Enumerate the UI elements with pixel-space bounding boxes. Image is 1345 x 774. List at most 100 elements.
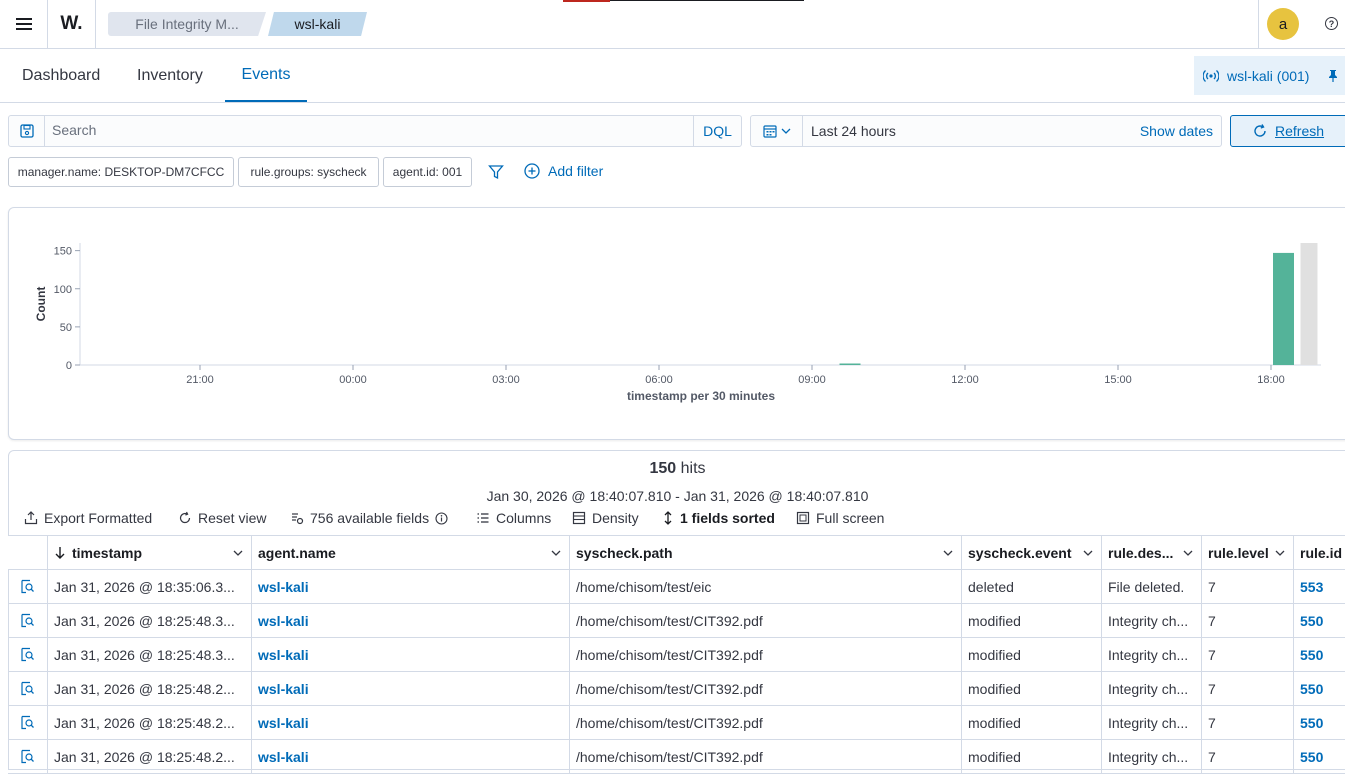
fields-label: 756 available fields — [310, 510, 430, 526]
chevron-down-icon[interactable] — [1083, 546, 1093, 560]
table-row[interactable]: Jan 31, 2026 @ 18:25:48.2... wsl-kali/hom… — [8, 672, 1345, 706]
cell-timestamp: Jan 31, 2026 @ 18:25:48.3... — [48, 604, 252, 637]
add-filter-button[interactable]: Add filter — [524, 163, 603, 179]
columns-button[interactable]: Columns — [476, 510, 551, 526]
export-button[interactable]: Export Formatted — [24, 510, 152, 526]
table-row[interactable]: Jan 31, 2026 @ 18:25:48.2... wsl-kali/hom… — [8, 740, 1345, 774]
export-icon — [24, 511, 38, 525]
help-icon[interactable]: ? — [1325, 17, 1338, 30]
table-row[interactable]: Jan 31, 2026 @ 18:35:06.3... wsl-kali/hom… — [8, 570, 1345, 604]
x-axis-label: timestamp per 30 minutes — [627, 389, 775, 403]
header-expand-column — [8, 536, 48, 570]
inspect-document-button[interactable] — [8, 672, 48, 705]
table-row[interactable]: Jan 31, 2026 @ 18:25:48.3... wsl-kali/hom… — [8, 638, 1345, 672]
inspect-document-button[interactable] — [8, 604, 48, 637]
column-header-label: rule.des... — [1108, 545, 1174, 561]
inspect-document-button[interactable] — [8, 570, 48, 603]
column-header-rule-description[interactable]: rule.des... — [1102, 536, 1202, 570]
column-header-syscheck-event[interactable]: syscheck.event — [962, 536, 1102, 570]
chevron-down-icon — [781, 128, 790, 134]
cell-rule-id[interactable]: 550 — [1294, 706, 1345, 739]
chevron-down-icon[interactable] — [1275, 546, 1285, 560]
cell-timestamp: Jan 31, 2026 @ 18:35:06.3... — [48, 570, 252, 603]
column-header-timestamp[interactable]: timestamp — [48, 536, 252, 570]
sort-fields-button[interactable]: 1 fields sorted — [662, 510, 775, 526]
fullscreen-label: Full screen — [816, 510, 885, 526]
tab-events[interactable]: Events — [225, 49, 307, 102]
loading-bar — [563, 0, 610, 2]
breadcrumb-agent[interactable]: wsl-kali — [268, 12, 367, 36]
module-tabs: Dashboard Inventory Events — [0, 49, 1345, 103]
x-tick-label: 03:00 — [492, 374, 520, 386]
refresh-button[interactable]: Refresh — [1230, 115, 1345, 147]
column-header-label: rule.id — [1300, 545, 1343, 561]
filter-icon[interactable] — [488, 164, 504, 180]
cell-agent-name[interactable]: wsl-kali — [252, 672, 570, 705]
cell-rule-id[interactable]: 550 — [1294, 604, 1345, 637]
cell-rule-id[interactable]: 553 — [1294, 570, 1345, 603]
column-header-label: agent.name — [258, 545, 336, 561]
breadcrumb-module[interactable]: File Integrity M... — [108, 12, 266, 36]
table-row[interactable]: Jan 31, 2026 @ 18:25:48.3... wsl-kali/hom… — [8, 604, 1345, 638]
query-language-button[interactable]: DQL — [693, 116, 741, 146]
histogram-bar — [1273, 252, 1294, 365]
cell-rule-id[interactable]: 550 — [1294, 740, 1345, 773]
quick-menu-button[interactable] — [751, 116, 803, 146]
histogram-bar — [839, 363, 861, 365]
available-fields-button[interactable]: 756 available fields — [290, 510, 448, 526]
app-logo[interactable]: W. — [48, 0, 96, 48]
cell-rule-id[interactable]: 550 — [1294, 672, 1345, 705]
column-header-rule-level[interactable]: rule.level — [1202, 536, 1294, 570]
column-header-syscheck-path[interactable]: syscheck.path — [570, 536, 962, 570]
chevron-down-icon[interactable] — [1183, 546, 1193, 560]
filter-pill-manager[interactable]: manager.name: DESKTOP-DM7CFCC — [8, 157, 234, 187]
column-header-agent-name[interactable]: agent.name — [252, 536, 570, 570]
cell-agent-name[interactable]: wsl-kali — [252, 706, 570, 739]
cell-rule-level: 7 — [1202, 672, 1294, 705]
agent-selector[interactable]: wsl-kali (001) — [1194, 56, 1345, 95]
reset-view-button[interactable]: Reset view — [178, 510, 266, 526]
histogram-chart[interactable]: 0 50 100 150 Count 21:00 00:00 03:00 06:00 09:00 1… — [9, 208, 1345, 439]
inspect-icon — [21, 749, 34, 764]
chevron-down-icon[interactable] — [943, 546, 953, 560]
cell-timestamp: Jan 31, 2026 @ 18:25:48.2... — [48, 706, 252, 739]
cell-rule-description: File deleted. — [1102, 570, 1202, 603]
cell-syscheck-event: modified — [962, 706, 1102, 739]
cell-rule-id[interactable]: 550 — [1294, 638, 1345, 671]
chevron-down-icon[interactable] — [233, 546, 243, 560]
pin-icon[interactable] — [1327, 69, 1339, 83]
cell-agent-name[interactable]: wsl-kali — [252, 638, 570, 671]
table-row[interactable]: Jan 31, 2026 @ 18:25:48.2... wsl-kali/hom… — [8, 706, 1345, 740]
chevron-down-icon[interactable] — [551, 546, 561, 560]
density-button[interactable]: Density — [572, 510, 639, 526]
fullscreen-button[interactable]: Full screen — [796, 510, 884, 526]
show-dates-link[interactable]: Show dates — [1140, 123, 1213, 139]
inspect-document-button[interactable] — [8, 740, 48, 773]
refresh-icon — [1254, 124, 1266, 137]
filter-label: agent.id: 001 — [392, 165, 463, 179]
saved-query-button[interactable] — [9, 116, 45, 146]
filter-pill-agent-id[interactable]: agent.id: 001 — [383, 157, 472, 187]
cell-agent-name[interactable]: wsl-kali — [252, 740, 570, 773]
save-icon — [19, 124, 34, 138]
column-header-rule-id[interactable]: rule.id — [1294, 536, 1345, 570]
table-header: timestamp agent.name syscheck.path syscheck… — [8, 535, 1345, 570]
x-tick-label: 00:00 — [339, 374, 367, 386]
menu-button[interactable] — [0, 0, 48, 48]
inspect-document-button[interactable] — [8, 706, 48, 739]
cell-agent-name[interactable]: wsl-kali — [252, 570, 570, 603]
time-range-label[interactable]: Last 24 hours — [811, 123, 896, 139]
tab-dashboard[interactable]: Dashboard — [22, 49, 100, 102]
calendar-icon — [762, 125, 777, 138]
filter-pill-rule-groups[interactable]: rule.groups: syscheck — [238, 157, 379, 187]
inspect-document-button[interactable] — [8, 638, 48, 671]
user-avatar[interactable]: a — [1267, 8, 1299, 40]
info-icon[interactable] — [435, 511, 448, 525]
breadcrumb-label: wsl-kali — [294, 16, 341, 32]
tab-inventory[interactable]: Inventory — [137, 49, 203, 102]
top-header: W. File Integrity M... wsl-kali a ? — [0, 0, 1345, 49]
cell-syscheck-event: modified — [962, 604, 1102, 637]
search-input[interactable]: Search — [52, 122, 96, 138]
cell-rule-level: 7 — [1202, 570, 1294, 603]
cell-agent-name[interactable]: wsl-kali — [252, 604, 570, 637]
